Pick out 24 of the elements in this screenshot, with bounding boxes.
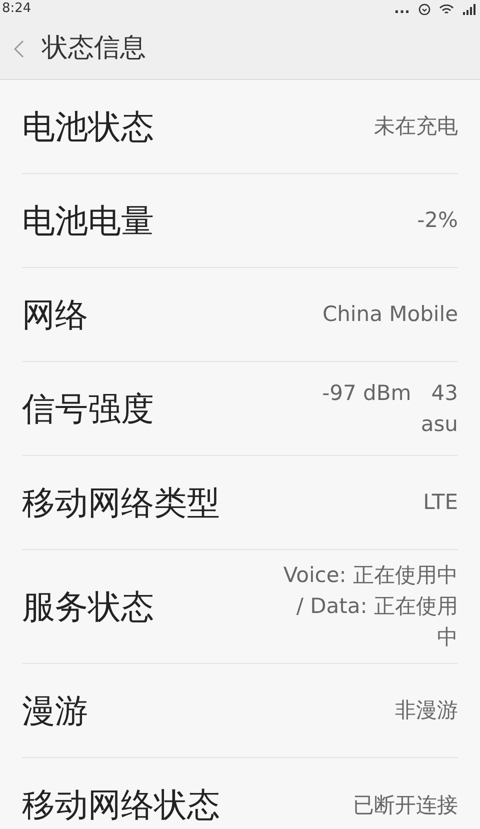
setting-value: China Mobile [322, 301, 458, 328]
setting-label: 移动网络类型 [22, 482, 220, 524]
back-icon [14, 40, 24, 58]
setting-value: 非漫游 [395, 697, 458, 724]
status-time: 8:24 [2, 1, 32, 17]
back-button[interactable] [14, 40, 24, 58]
setting-label: 信号强度 [22, 388, 154, 430]
setting-label: 服务状态 [22, 586, 154, 628]
wifi-icon [439, 4, 454, 14]
setting-label: 漫游 [22, 690, 88, 732]
notification-dots: ... [394, 2, 410, 16]
signal-icon [462, 4, 476, 14]
setting-label: 移动网络状态 [22, 784, 220, 826]
setting-label: 网络 [22, 294, 88, 336]
page-title: 状态信息 [42, 32, 146, 65]
setting-label: 电池状态 [22, 106, 154, 148]
setting-label: 电池电量 [22, 200, 154, 242]
setting-value: -2% [417, 207, 458, 234]
setting-value: Voice: 正在使用中 / Data: 正在使用中 [282, 562, 458, 651]
setting-value: LTE [423, 489, 458, 516]
setting-value: -97 dBm 43 asu [321, 380, 458, 438]
alarm-icon [418, 3, 431, 15]
setting-value: 已断开连接 [353, 792, 458, 818]
setting-value: 未在充电 [374, 113, 458, 140]
